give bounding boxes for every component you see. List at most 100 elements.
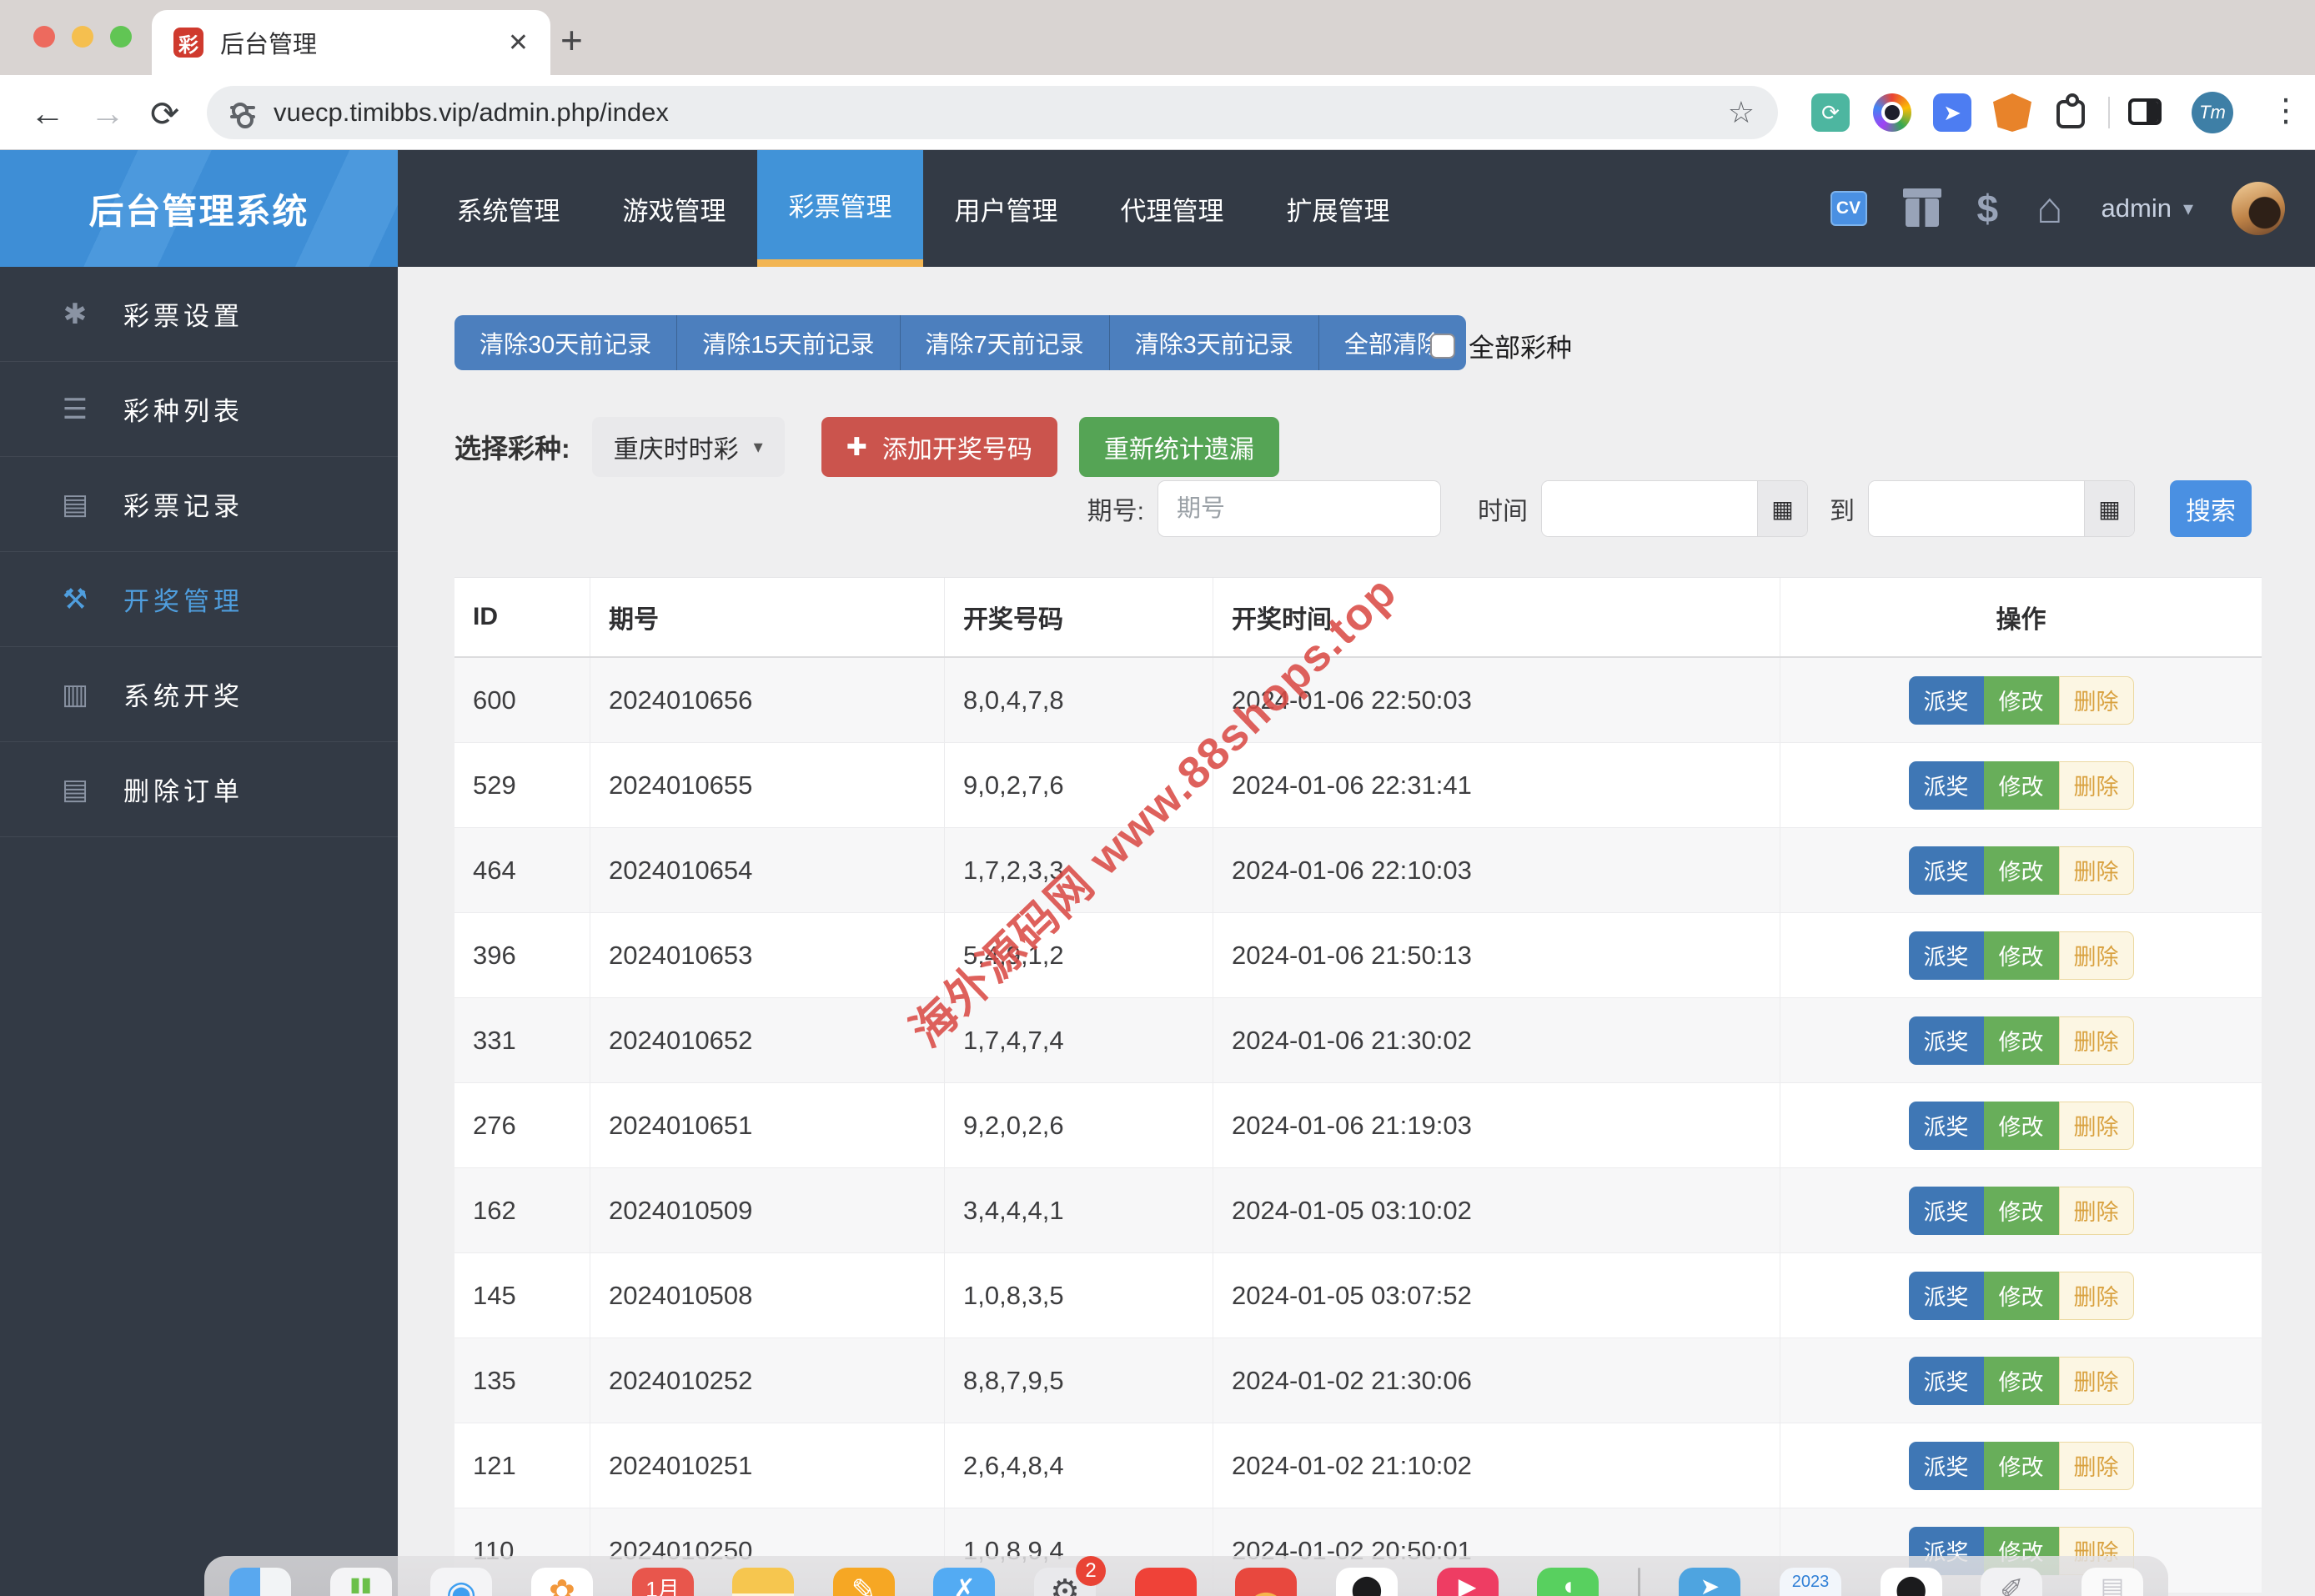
sidebar-item[interactable]: ▤ 彩票记录	[0, 457, 398, 552]
traffic-light-zoom[interactable]	[110, 26, 132, 48]
site-info-icon[interactable]	[230, 100, 255, 125]
delete-button[interactable]: 删除	[2059, 1102, 2134, 1150]
payout-button[interactable]: 派奖	[1909, 1442, 1984, 1490]
delete-button[interactable]: 删除	[2059, 1357, 2134, 1405]
edit-button[interactable]: 修改	[1984, 676, 2059, 725]
nav-item[interactable]: 游戏管理	[591, 150, 757, 267]
dock-app-icon[interactable]: ▤	[2081, 1568, 2143, 1596]
dock-app-icon[interactable]	[1638, 1568, 1640, 1596]
edit-button[interactable]: 修改	[1984, 1272, 2059, 1320]
dock-app-icon[interactable]: ✿	[531, 1568, 593, 1596]
payout-button[interactable]: 派奖	[1909, 1102, 1984, 1150]
delete-button[interactable]: 删除	[2059, 1442, 2134, 1490]
payout-button[interactable]: 派奖	[1909, 1016, 1984, 1065]
edit-button[interactable]: 修改	[1984, 931, 2059, 980]
edit-button[interactable]: 修改	[1984, 1442, 2059, 1490]
nav-item[interactable]: 代理管理	[1089, 150, 1255, 267]
payout-button[interactable]: 派奖	[1909, 1272, 1984, 1320]
home-icon[interactable]: ⌂	[2036, 192, 2062, 225]
delete-button[interactable]: 删除	[2059, 1187, 2134, 1235]
profile-avatar[interactable]: Tm	[2192, 92, 2233, 133]
delete-button[interactable]: 删除	[2059, 1272, 2134, 1320]
dock-app-icon[interactable]: ◉	[430, 1568, 492, 1596]
url-bar[interactable]: vuecp.timibbs.vip/admin.php/index ☆	[207, 86, 1778, 139]
reload-icon[interactable]: ⟳	[150, 93, 179, 134]
dock-app-icon[interactable]: ⬤	[1881, 1568, 1942, 1596]
calendar-icon[interactable]: ▦	[2084, 481, 2134, 536]
delete-button[interactable]: 删除	[2059, 931, 2134, 980]
date-from-input[interactable]	[1542, 481, 1757, 536]
clear-records-button[interactable]: 清除7天前记录	[901, 315, 1110, 370]
browser-menu-icon[interactable]: ⋮	[2270, 92, 2302, 129]
metamask-fox-icon[interactable]	[1993, 93, 2031, 132]
clear-records-button[interactable]: 清除15天前记录	[677, 315, 900, 370]
issue-input[interactable]	[1158, 480, 1441, 537]
payout-button[interactable]: 派奖	[1909, 761, 1984, 810]
nav-item[interactable]: 彩票管理	[757, 150, 923, 267]
dock-app-icon[interactable]: 1月	[632, 1568, 694, 1596]
add-draw-number-button[interactable]: ✚ 添加开奖号码	[821, 417, 1057, 477]
dock-app-icon[interactable]: ▮▮	[330, 1568, 392, 1596]
side-panel-icon[interactable]	[2128, 98, 2162, 125]
dock-app-icon[interactable]: ⚙ 2	[1034, 1568, 1096, 1596]
calendar-icon[interactable]: ▦	[1757, 481, 1807, 536]
clear-records-button[interactable]: 清除30天前记录	[454, 315, 677, 370]
edit-button[interactable]: 修改	[1984, 761, 2059, 810]
sidebar-item[interactable]: ☰ 彩种列表	[0, 362, 398, 457]
delete-button[interactable]: 删除	[2059, 761, 2134, 810]
dock-app-icon[interactable]: ⬤	[1336, 1568, 1398, 1596]
dock-app-icon[interactable]	[229, 1568, 291, 1596]
nav-item[interactable]: 用户管理	[923, 150, 1089, 267]
dock-app-icon[interactable]: ✎	[833, 1568, 895, 1596]
dock-app-icon[interactable]	[1235, 1568, 1297, 1596]
dock-app-icon[interactable]	[1135, 1568, 1197, 1596]
extensions-puzzle-icon[interactable]	[2056, 100, 2085, 128]
sidebar-item[interactable]: ▥ 系统开奖	[0, 647, 398, 742]
edit-button[interactable]: 修改	[1984, 1102, 2059, 1150]
sidebar-item[interactable]: ▤ 删除订单	[0, 742, 398, 837]
payout-button[interactable]: 派奖	[1909, 846, 1984, 895]
dock-app-icon[interactable]: ✐	[1981, 1568, 2042, 1596]
edit-button[interactable]: 修改	[1984, 1357, 2059, 1405]
date-to-input[interactable]	[1869, 481, 2084, 536]
search-button[interactable]: 搜索	[2170, 480, 2252, 537]
lottery-select[interactable]: 重庆时时彩 ▾	[592, 417, 785, 477]
gift-icon[interactable]	[1906, 198, 1939, 227]
dollar-icon[interactable]: $	[1977, 186, 1999, 231]
traffic-light-minimize[interactable]	[72, 26, 93, 48]
sidebar-item[interactable]: ✱ 彩票设置	[0, 267, 398, 362]
bookmark-star-icon[interactable]: ☆	[1728, 95, 1755, 130]
checkbox-box[interactable]	[1430, 334, 1455, 359]
cv-badge-icon[interactable]: CV	[1830, 191, 1867, 226]
nav-item[interactable]: 系统管理	[425, 150, 591, 267]
traffic-light-close[interactable]	[33, 26, 55, 48]
all-lottery-checkbox[interactable]: 全部彩种	[1430, 327, 1572, 364]
dock-app-icon[interactable]: 2023	[1780, 1568, 1841, 1596]
dock-app-icon[interactable]	[732, 1568, 794, 1596]
dock-app-icon[interactable]: ▶	[1437, 1568, 1499, 1596]
user-avatar[interactable]	[2232, 182, 2285, 235]
delete-button[interactable]: 删除	[2059, 846, 2134, 895]
clear-records-button[interactable]: 清除3天前记录	[1110, 315, 1319, 370]
tab-close-icon[interactable]: ✕	[508, 28, 529, 58]
dock-app-icon[interactable]: ◖	[1537, 1568, 1599, 1596]
dock-app-icon[interactable]: ➤	[1679, 1568, 1740, 1596]
nav-item[interactable]: 扩展管理	[1255, 150, 1421, 267]
dock-app-icon[interactable]: ✗	[933, 1568, 995, 1596]
extension-plane-icon[interactable]: ➤	[1933, 93, 1971, 132]
new-tab-button[interactable]: +	[560, 17, 583, 63]
payout-button[interactable]: 派奖	[1909, 676, 1984, 725]
edit-button[interactable]: 修改	[1984, 1187, 2059, 1235]
payout-button[interactable]: 派奖	[1909, 1357, 1984, 1405]
delete-button[interactable]: 删除	[2059, 1016, 2134, 1065]
payout-button[interactable]: 派奖	[1909, 931, 1984, 980]
sidebar-item[interactable]: ⚒ 开奖管理	[0, 552, 398, 647]
admin-menu[interactable]: admin ▾	[2102, 193, 2193, 223]
url-text[interactable]: vuecp.timibbs.vip/admin.php/index	[274, 98, 1710, 128]
browser-tab[interactable]: 彩 后台管理 ✕	[152, 10, 550, 75]
recount-missing-button[interactable]: 重新统计遗漏	[1079, 417, 1279, 477]
edit-button[interactable]: 修改	[1984, 1016, 2059, 1065]
extension-lens-icon[interactable]	[1873, 93, 1911, 132]
edit-button[interactable]: 修改	[1984, 846, 2059, 895]
extension-refresh-icon[interactable]: ⟳	[1811, 93, 1850, 132]
